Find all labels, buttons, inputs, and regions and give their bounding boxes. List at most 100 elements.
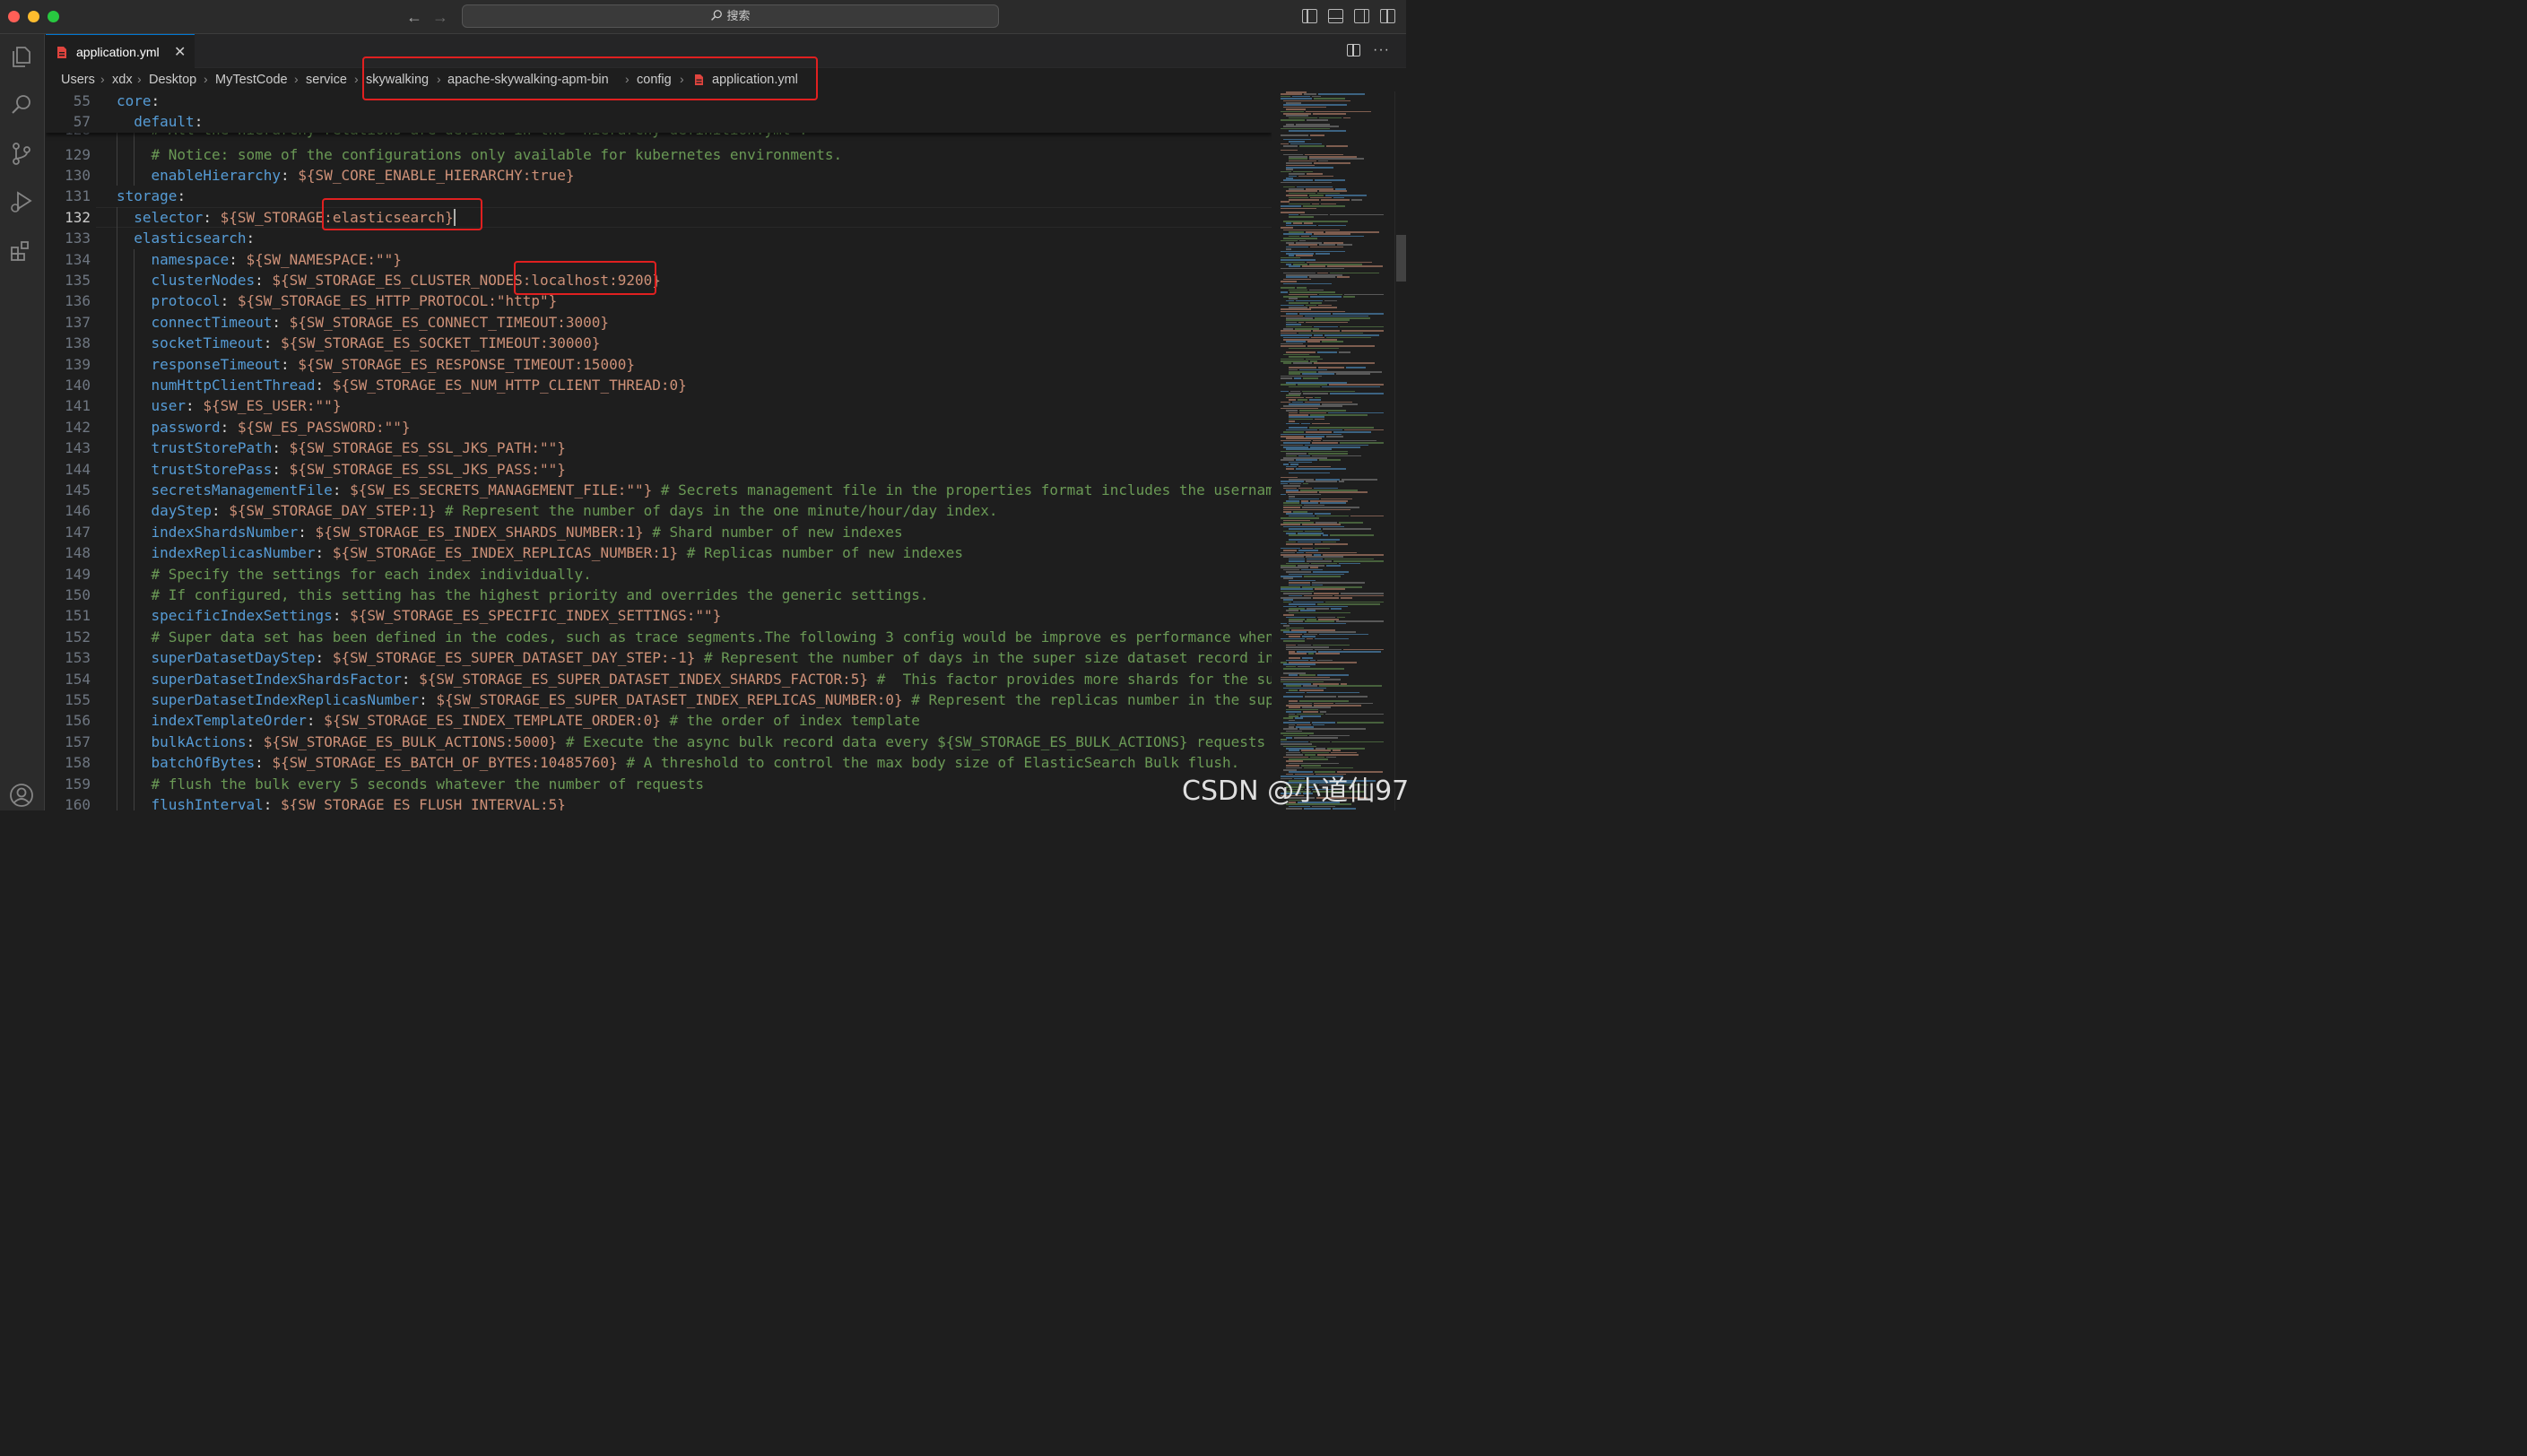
code-line[interactable]: 139 responseTimeout: ${SW_STORAGE_ES_RESP… <box>46 354 1272 375</box>
yaml-colon: : <box>298 523 307 541</box>
search-icon <box>711 10 723 21</box>
yaml-value: ${SW_STORAGE_DAY_STEP:1} <box>220 502 437 520</box>
explorer-icon[interactable] <box>8 43 35 70</box>
search-icon[interactable] <box>8 91 35 118</box>
code-line[interactable]: 142 password: ${SW_ES_PASSWORD:""} <box>46 417 1272 438</box>
toggle-primary-sidebar-icon[interactable] <box>1302 9 1317 23</box>
yaml-colon: : <box>332 607 342 625</box>
yaml-key: responseTimeout <box>151 355 282 373</box>
split-editor-icon[interactable] <box>1347 44 1361 56</box>
code-line[interactable]: 150 # If configured, this setting has the… <box>46 585 1272 605</box>
minimap[interactable] <box>1272 91 1394 810</box>
minimap-line <box>1281 551 1296 554</box>
minimap-line <box>1283 511 1291 513</box>
code-line[interactable]: 145 secretsManagementFile: ${SW_ES_SECRET… <box>46 480 1272 500</box>
code-line[interactable]: 147 indexShardsNumber: ${SW_STORAGE_ES_IN… <box>46 522 1272 542</box>
minimap-line <box>1281 342 1304 345</box>
breadcrumb-item[interactable]: xdx <box>112 73 133 87</box>
breadcrumb-item[interactable]: service <box>306 73 347 87</box>
close-window-button[interactable] <box>8 11 20 22</box>
yaml-key: user <box>151 397 187 415</box>
command-center-search[interactable]: 搜索 <box>462 4 999 28</box>
code-line[interactable]: 148 indexReplicasNumber: ${SW_STORAGE_ES_… <box>46 542 1272 563</box>
code-line[interactable]: 153 superDatasetDayStep: ${SW_STORAGE_ES_… <box>46 647 1272 668</box>
vertical-scrollbar[interactable] <box>1394 91 1406 810</box>
code-line[interactable]: 146 dayStep: ${SW_STORAGE_DAY_STEP:1} # R… <box>46 500 1272 521</box>
minimap-line <box>1281 358 1304 360</box>
minimap-line <box>1289 175 1297 178</box>
code-line[interactable]: 133 elasticsearch: <box>46 228 1272 248</box>
yaml-value: ${SW_CORE_ENABLE_HIERARCHY:true} <box>289 166 575 184</box>
code-line[interactable]: 137 connectTimeout: ${SW_STORAGE_ES_CONNE… <box>46 312 1272 333</box>
minimap-line <box>1306 173 1324 175</box>
code-line[interactable]: 155 superDatasetIndexReplicasNumber: ${SW… <box>46 689 1272 710</box>
code-line[interactable]: 132 selector: ${SW_STORAGE:elasticsearch} <box>46 207 1272 228</box>
minimap-line <box>1314 325 1338 328</box>
scrollbar-thumb[interactable] <box>1396 235 1406 282</box>
code-line[interactable]: 135 clusterNodes: ${SW_STORAGE_ES_CLUSTER… <box>46 270 1272 290</box>
minimap-line <box>1286 468 1295 470</box>
breadcrumb-item[interactable]: MyTestCode <box>215 73 288 87</box>
code-line[interactable]: 152 # Super data set has been defined in … <box>46 627 1272 647</box>
minimap-line <box>1299 410 1347 412</box>
command-center-label: 搜索 <box>726 9 751 22</box>
code-line[interactable]: 157 bulkActions: ${SW_STORAGE_ES_BULK_ACT… <box>46 732 1272 752</box>
code-line[interactable]: 141 user: ${SW_ES_USER:""} <box>46 395 1272 416</box>
minimap-line <box>1289 472 1330 474</box>
minimap-line <box>1286 190 1317 192</box>
code-line[interactable]: 131 storage: <box>46 186 1272 206</box>
minimap-line <box>1335 373 1370 375</box>
yaml-key: trustStorePass <box>151 460 273 478</box>
code-line[interactable]: 149 # Specify the settings for each index… <box>46 564 1272 585</box>
minimap-line <box>1283 605 1298 608</box>
minimize-window-button[interactable] <box>28 11 39 22</box>
minimap-line <box>1324 231 1380 233</box>
minimap-line <box>1283 504 1303 507</box>
code-line[interactable]: 158 batchOfBytes: ${SW_STORAGE_ES_BATCH_O… <box>46 752 1272 773</box>
code-line[interactable]: 129 # Notice: some of the configurations … <box>46 144 1272 165</box>
minimap-line <box>1329 272 1380 274</box>
minimap-line <box>1283 593 1313 594</box>
source-control-icon[interactable] <box>8 140 35 167</box>
more-actions-icon[interactable]: ··· <box>1373 43 1390 57</box>
code-line[interactable]: 138 socketTimeout: ${SW_STORAGE_ES_SOCKET… <box>46 333 1272 353</box>
code-line[interactable]: 57 default: <box>46 111 1272 132</box>
minimap-line <box>1283 683 1312 685</box>
code-line[interactable]: 136 protocol: ${SW_STORAGE_ES_HTTP_PROTOC… <box>46 290 1272 311</box>
tab-application-yml[interactable]: application.yml ✕ <box>46 34 195 68</box>
forward-arrow-icon[interactable]: → <box>430 7 450 27</box>
close-tab-icon[interactable]: ✕ <box>174 43 186 61</box>
minimap-line <box>1310 336 1325 339</box>
toggle-secondary-sidebar-icon[interactable] <box>1354 9 1369 23</box>
back-arrow-icon[interactable]: ← <box>404 7 424 27</box>
toggle-panel-icon[interactable] <box>1328 9 1343 23</box>
code-line[interactable]: 156 indexTemplateOrder: ${SW_STORAGE_ES_I… <box>46 710 1272 731</box>
code-line[interactable]: 154 superDatasetIndexShardsFactor: ${SW_S… <box>46 669 1272 689</box>
code-line[interactable]: 143 trustStorePath: ${SW_STORAGE_ES_SSL_J… <box>46 438 1272 458</box>
code-line[interactable]: 160 flushInterval: ${SW_STORAGE_ES_FLUSH_… <box>46 794 1272 810</box>
breadcrumb-item[interactable]: Desktop <box>149 73 196 87</box>
code-line[interactable]: 130 enableHierarchy: ${SW_CORE_ENABLE_HIE… <box>46 165 1272 186</box>
code-line[interactable]: 144 trustStorePass: ${SW_STORAGE_ES_SSL_J… <box>46 459 1272 480</box>
minimap-line <box>1289 594 1302 597</box>
minimap-line <box>1281 227 1293 229</box>
code-editor[interactable]: 55core:57default: 128 # All the hierarch… <box>46 91 1272 810</box>
minimap-line <box>1289 706 1301 708</box>
customize-layout-icon[interactable] <box>1380 9 1395 23</box>
zoom-window-button[interactable] <box>48 11 59 22</box>
minimap-line <box>1289 653 1307 654</box>
breadcrumb-item[interactable]: Users <box>61 73 95 87</box>
run-debug-icon[interactable] <box>8 188 35 215</box>
minimap-line <box>1283 756 1309 758</box>
account-icon[interactable] <box>8 782 35 809</box>
code-line[interactable]: 134 namespace: ${SW_NAMESPACE:""} <box>46 249 1272 270</box>
code-line[interactable]: 140 numHttpClientThread: ${SW_STORAGE_ES_… <box>46 375 1272 395</box>
extensions-icon[interactable] <box>8 237 35 264</box>
code-line[interactable]: 159 # flush the bulk every 5 seconds what… <box>46 774 1272 794</box>
minimap-line <box>1289 130 1347 132</box>
code-line[interactable]: 151 specificIndexSettings: ${SW_STORAGE_E… <box>46 605 1272 626</box>
yaml-comment: # Represent the number of days in the su… <box>695 649 1272 667</box>
minimap-line <box>1298 384 1328 386</box>
minimap-line <box>1298 313 1331 315</box>
minimap-line <box>1283 519 1311 522</box>
